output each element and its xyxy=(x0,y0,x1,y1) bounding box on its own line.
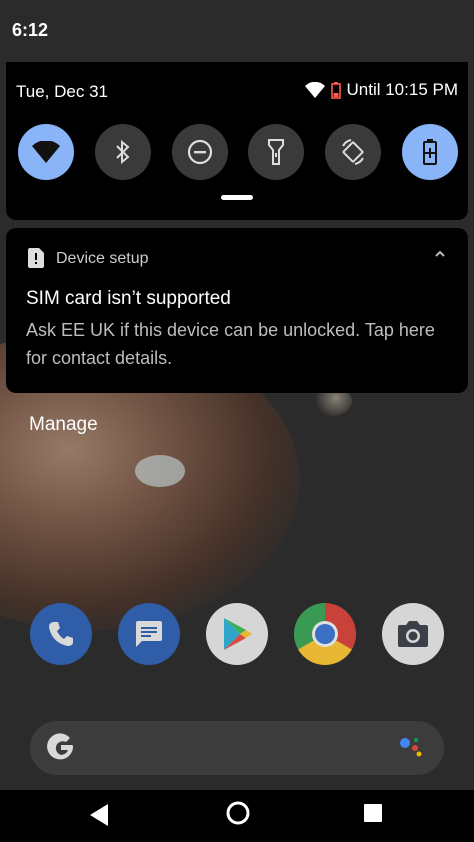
battery-low-icon xyxy=(330,82,341,99)
qs-tile-flashlight[interactable] xyxy=(248,124,305,180)
camera-icon xyxy=(398,621,428,647)
phone-icon xyxy=(49,622,73,646)
wifi-status-icon xyxy=(304,82,325,98)
assistant-icon[interactable] xyxy=(398,735,424,761)
play-store-app[interactable] xyxy=(206,603,268,665)
qs-tile-bluetooth[interactable] xyxy=(94,124,151,180)
qs-tile-auto-rotate[interactable] xyxy=(325,124,382,180)
status-bar-time: 6:12 xyxy=(12,20,49,40)
qs-tile-wifi[interactable] xyxy=(18,124,74,180)
auto-rotate-icon xyxy=(342,139,365,165)
camera-app[interactable] xyxy=(382,603,444,665)
qs-expand-handle[interactable] xyxy=(221,195,253,200)
home-button[interactable] xyxy=(225,800,251,826)
qs-date[interactable]: Tue, Dec 31 xyxy=(16,82,108,102)
messages-app[interactable] xyxy=(118,603,180,665)
qs-tile-battery-saver[interactable] xyxy=(401,124,458,180)
battery-status-text: Until 10:15 PM xyxy=(346,80,459,99)
app-dock xyxy=(30,603,444,665)
play-store-icon xyxy=(224,618,252,650)
quick-settings-panel: Tue, Dec 31 Until 10:15 PM xyxy=(6,62,468,220)
qs-tiles xyxy=(18,124,458,180)
back-button[interactable] xyxy=(88,802,110,828)
google-g-icon xyxy=(47,733,73,760)
sim-card-alert-icon xyxy=(28,248,44,268)
manage-notifications-button[interactable]: Manage xyxy=(29,414,98,436)
notification-card[interactable]: Device setup SIM card isn’t supported As… xyxy=(6,228,468,393)
battery-saver-icon xyxy=(422,139,437,165)
wallpaper-planet-spot xyxy=(135,455,185,487)
google-search-bar[interactable] xyxy=(30,721,444,775)
chrome-icon xyxy=(312,621,338,647)
do-not-disturb-icon xyxy=(187,139,212,165)
notification-body: Ask EE UK if this device can be unlocked… xyxy=(26,320,435,368)
wifi-icon xyxy=(32,141,60,163)
bluetooth-icon xyxy=(116,139,130,165)
flashlight-icon xyxy=(268,139,285,165)
messages-icon xyxy=(136,621,162,647)
chrome-app[interactable] xyxy=(294,603,356,665)
notification-app-name: Device setup xyxy=(56,250,149,267)
recents-button[interactable] xyxy=(363,803,383,823)
navigation-bar xyxy=(0,790,474,842)
qs-status-icons: Until 10:15 PM xyxy=(304,80,459,100)
chevron-up-icon[interactable] xyxy=(434,250,446,258)
notification-title: SIM card isn’t supported xyxy=(26,288,231,309)
qs-tile-do-not-disturb[interactable] xyxy=(171,124,228,180)
phone-app[interactable] xyxy=(30,603,92,665)
